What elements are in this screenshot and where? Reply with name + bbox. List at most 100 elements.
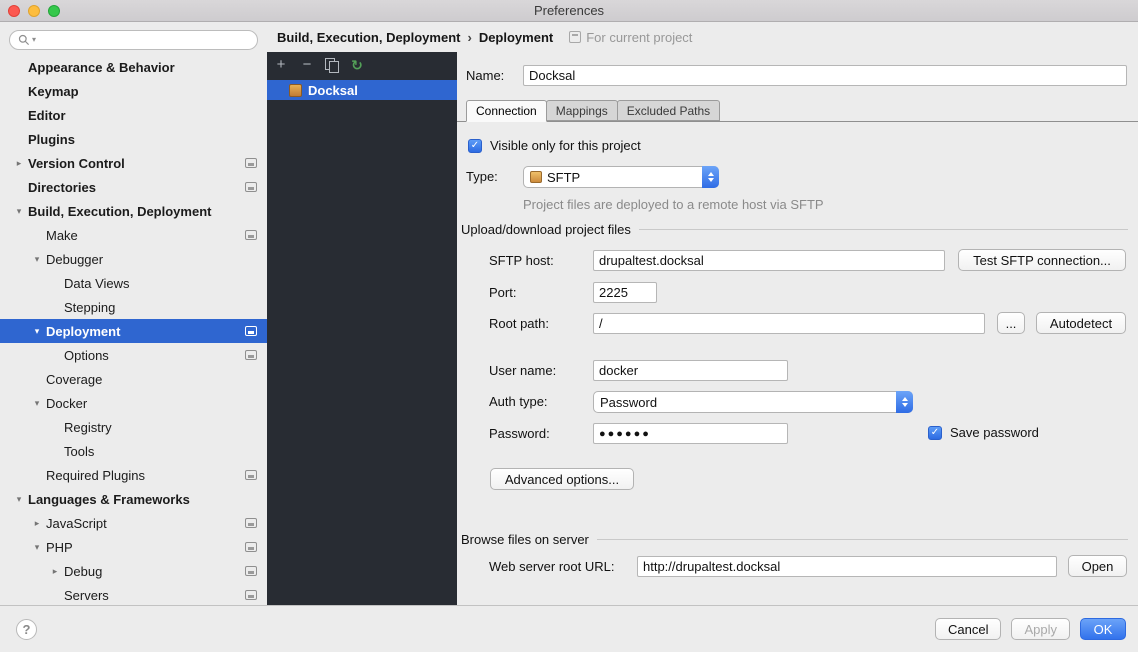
cancel-button[interactable]: Cancel [935, 618, 1001, 640]
autodetect-button[interactable]: Autodetect [1036, 312, 1126, 334]
chevron-right-icon[interactable]: ▸ [28, 518, 46, 529]
project-settings-icon [245, 542, 257, 552]
auth-type-label: Auth type: [489, 392, 548, 412]
sidebar-item-options[interactable]: Options [0, 343, 267, 367]
dropdown-stepper-icon [702, 166, 719, 188]
sidebar-item-debug[interactable]: ▸Debug [0, 559, 267, 583]
help-button[interactable]: ? [16, 619, 37, 640]
sidebar-item-keymap[interactable]: Keymap [0, 79, 267, 103]
chevron-down-icon[interactable]: ▾ [28, 254, 46, 265]
open-button[interactable]: Open [1068, 555, 1127, 577]
settings-search-box[interactable]: ▾ [9, 30, 258, 50]
chevron-down-icon[interactable]: ▾ [28, 326, 46, 337]
docksal-server-icon [289, 84, 302, 97]
chevron-down-icon[interactable]: ▾ [10, 206, 28, 217]
project-settings-icon [245, 230, 257, 240]
auth-type-dropdown[interactable]: Password [593, 391, 913, 413]
titlebar: Preferences [0, 0, 1138, 22]
tab-excluded-paths[interactable]: Excluded Paths [617, 100, 720, 121]
server-list-item-docksal[interactable]: Docksal [267, 80, 457, 100]
sftp-icon [530, 171, 542, 183]
window-title: Preferences [0, 3, 1138, 18]
dropdown-stepper-icon [896, 391, 913, 413]
deployment-form: Name: Connection Mappings Excluded Paths… [457, 52, 1138, 605]
web-root-input[interactable] [637, 556, 1057, 577]
visible-only-label: Visible only for this project [490, 138, 641, 154]
sidebar-item-servers[interactable]: Servers [0, 583, 267, 605]
sidebar-item-tools[interactable]: Tools [0, 439, 267, 463]
root-path-input[interactable] [593, 313, 985, 334]
project-settings-icon [245, 566, 257, 576]
port-input[interactable] [593, 282, 657, 303]
server-label: Docksal [308, 83, 358, 98]
sidebar-item-build-execution-deployment[interactable]: ▾Build, Execution, Deployment [0, 199, 267, 223]
browse-root-path-button[interactable]: ... [997, 312, 1025, 334]
server-list-toolbar: + − ↻ [267, 52, 457, 78]
advanced-options-button[interactable]: Advanced options... [490, 468, 634, 490]
sidebar-item-docker[interactable]: ▾Docker [0, 391, 267, 415]
type-dropdown[interactable]: SFTP [523, 166, 719, 188]
sidebar-item-editor[interactable]: Editor [0, 103, 267, 127]
sidebar-item-data-views[interactable]: Data Views [0, 271, 267, 295]
add-server-icon[interactable]: + [273, 57, 289, 73]
user-name-input[interactable] [593, 360, 788, 381]
sftp-host-label: SFTP host: [489, 251, 554, 271]
tab-mappings[interactable]: Mappings [546, 100, 618, 121]
project-settings-icon [245, 350, 257, 360]
project-settings-icon [245, 158, 257, 168]
sidebar-item-registry[interactable]: Registry [0, 415, 267, 439]
chevron-right-icon[interactable]: ▸ [10, 158, 28, 169]
save-password-checkbox[interactable]: ✓ [928, 426, 942, 440]
sidebar-item-deployment[interactable]: ▾Deployment [0, 319, 267, 343]
user-name-label: User name: [489, 361, 556, 381]
sidebar-item-directories[interactable]: Directories [0, 175, 267, 199]
ok-button[interactable]: OK [1080, 618, 1126, 640]
sidebar-item-appearance-behavior[interactable]: Appearance & Behavior [0, 55, 267, 79]
test-sftp-connection-button[interactable]: Test SFTP connection... [958, 249, 1126, 271]
settings-sidebar: ▾ Appearance & Behavior Keymap Editor Pl… [0, 22, 267, 605]
tab-connection[interactable]: Connection [466, 100, 547, 122]
breadcrumb-separator-icon: › [466, 30, 472, 45]
minimize-window-button[interactable] [28, 5, 40, 17]
name-label: Name: [466, 66, 504, 86]
apply-button[interactable]: Apply [1011, 618, 1070, 640]
search-input[interactable] [38, 33, 249, 47]
project-settings-icon [245, 470, 257, 480]
settings-content: Build, Execution, Deployment › Deploymen… [267, 22, 1138, 605]
section-divider [597, 539, 1128, 540]
web-root-label: Web server root URL: [489, 557, 614, 577]
copy-server-icon[interactable] [325, 58, 339, 73]
section-divider [639, 229, 1128, 230]
password-label: Password: [489, 424, 550, 444]
chevron-down-icon[interactable]: ▾ [10, 494, 28, 505]
sidebar-item-plugins[interactable]: Plugins [0, 127, 267, 151]
sftp-host-input[interactable] [593, 250, 945, 271]
sidebar-item-php[interactable]: ▾PHP [0, 535, 267, 559]
chevron-right-icon[interactable]: ▸ [46, 566, 64, 577]
sidebar-item-stepping[interactable]: Stepping [0, 295, 267, 319]
scope-label: For current project [586, 30, 692, 45]
breadcrumb-build-execution-deployment[interactable]: Build, Execution, Deployment [277, 30, 460, 45]
close-window-button[interactable] [8, 5, 20, 17]
project-settings-icon [245, 182, 257, 192]
remove-server-icon[interactable]: − [299, 57, 315, 73]
sidebar-item-required-plugins[interactable]: Required Plugins [0, 463, 267, 487]
chevron-down-icon[interactable]: ▾ [28, 398, 46, 409]
sidebar-item-javascript[interactable]: ▸JavaScript [0, 511, 267, 535]
visible-only-checkbox[interactable]: ✓ [468, 139, 482, 153]
sidebar-item-version-control[interactable]: ▸Version Control [0, 151, 267, 175]
sidebar-item-make[interactable]: Make [0, 223, 267, 247]
upload-section-title: Upload/download project files [461, 222, 631, 237]
sidebar-item-languages-frameworks[interactable]: ▾Languages & Frameworks [0, 487, 267, 511]
reload-icon[interactable]: ↻ [349, 57, 365, 73]
zoom-window-button[interactable] [48, 5, 60, 17]
sidebar-item-debugger[interactable]: ▾Debugger [0, 247, 267, 271]
name-input[interactable] [523, 65, 1127, 86]
search-options-arrow-icon[interactable]: ▾ [32, 36, 36, 44]
sidebar-item-coverage[interactable]: Coverage [0, 367, 267, 391]
chevron-down-icon[interactable]: ▾ [28, 542, 46, 553]
auth-type-value: Password [600, 395, 657, 410]
type-label: Type: [466, 167, 498, 187]
traffic-lights [0, 5, 60, 17]
password-input[interactable] [593, 423, 788, 444]
